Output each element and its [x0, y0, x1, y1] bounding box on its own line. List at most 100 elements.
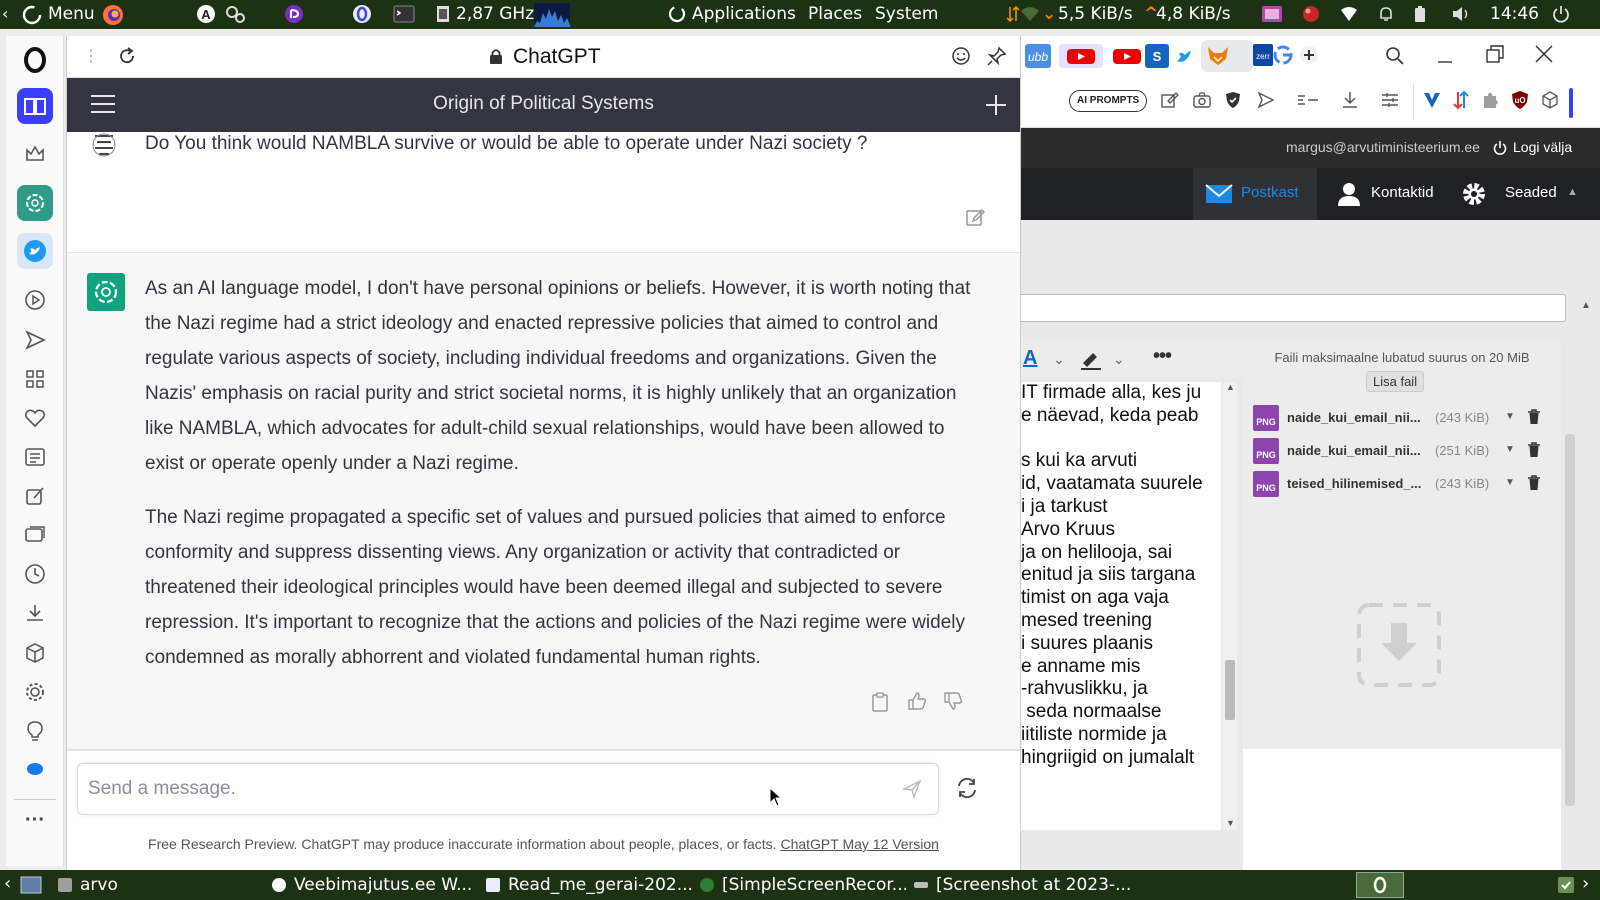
attachment-name[interactable]: teised_hilinemised_... [1287, 476, 1421, 491]
send-icon[interactable] [902, 779, 922, 799]
taskbar-right-arrow[interactable]: › [1582, 873, 1589, 894]
editor-scroll-down-icon[interactable]: ▼ [1226, 818, 1235, 828]
message-input-box[interactable]: Send a message. [77, 763, 939, 815]
panel-left-arrow[interactable]: ‹ [2, 4, 8, 23]
editor-line[interactable]: timist on aga vaja [1021, 587, 1221, 610]
logout-link[interactable]: Logi välja [1513, 139, 1572, 155]
workspace-switcher[interactable] [1356, 872, 1404, 898]
ext-download-icon[interactable] [1341, 91, 1359, 109]
tab-favicon-sc[interactable]: S [1145, 44, 1169, 68]
battery-icon[interactable] [1414, 5, 1426, 23]
reload-icon[interactable] [117, 46, 137, 66]
system-menu[interactable]: System [875, 4, 938, 24]
tab-favicon-twitter[interactable] [1175, 46, 1195, 66]
restore-window-icon[interactable] [1485, 44, 1505, 64]
attachment-name[interactable]: naide_kui_email_nii... [1287, 443, 1421, 458]
regenerate-icon[interactable] [955, 777, 979, 799]
history-clock-icon[interactable] [17, 556, 53, 592]
thumbs-up-icon[interactable] [907, 691, 927, 711]
ai-prompts-button[interactable]: AI PROMPTS [1069, 90, 1148, 112]
tray-app-icon[interactable] [1556, 875, 1576, 895]
editor-line[interactable]: iitiliste normide ja [1021, 724, 1221, 747]
settings-cog-icon[interactable] [1461, 181, 1487, 207]
editor-line[interactable]: Arvo Kruus [1021, 519, 1221, 542]
font-app-icon[interactable]: A [196, 4, 216, 24]
editor-line[interactable]: -rahvuslikku, ja [1021, 678, 1221, 701]
editor-line[interactable]: e näevad, keda peab [1021, 405, 1221, 428]
taskbar-item-screenshot[interactable]: [Screenshot at 2023-... [914, 870, 1136, 900]
close-window-icon[interactable] [1533, 43, 1555, 65]
highlight-dropdown-icon[interactable]: ⌄ [1113, 351, 1125, 368]
highlighter-icon[interactable] [1079, 348, 1103, 370]
extensions-cube-icon[interactable] [17, 635, 53, 671]
page-scrollbar-thumb[interactable] [1565, 434, 1575, 806]
editor-line[interactable]: id, vaatamata suurele [1021, 473, 1221, 496]
attachment-row[interactable]: PNG naide_kui_email_nii... (251 KiB) ▼ [1243, 436, 1561, 469]
show-desktop-icon[interactable] [20, 876, 42, 894]
editor-line[interactable] [1021, 428, 1221, 451]
ext-ublock-icon[interactable]: uO [1511, 90, 1529, 110]
taskbar-left-arrow[interactable]: ‹ [4, 873, 11, 894]
ext-send-icon[interactable] [1257, 91, 1275, 109]
downloads-icon[interactable] [17, 595, 53, 631]
message-input-placeholder[interactable]: Send a message. [88, 778, 236, 800]
nav-expand-arrow-icon[interactable]: ▲ [1567, 186, 1578, 198]
delete-trash-icon[interactable] [1527, 409, 1541, 425]
copy-clipboard-icon[interactable] [871, 692, 889, 712]
nav-postkast-label[interactable]: Postkast [1241, 184, 1299, 201]
editor-line[interactable]: mesed treening [1021, 610, 1221, 633]
editor-text[interactable]: IT firmade alla, kes ju e näevad, keda pe… [1021, 382, 1221, 770]
delete-trash-icon[interactable] [1527, 475, 1541, 491]
editor-line[interactable]: ja on helilooja, sai [1021, 542, 1221, 565]
bookmarks-heart-icon[interactable] [17, 400, 53, 436]
clock[interactable]: 14:46 [1490, 4, 1539, 24]
opera-logo-icon[interactable] [17, 42, 53, 78]
message-editor[interactable]: IT firmade alla, kes ju e näevad, keda pe… [1021, 382, 1221, 830]
attachment-menu-icon[interactable]: ▼ [1505, 477, 1515, 488]
tips-lightbulb-icon[interactable] [17, 713, 53, 749]
editor-line[interactable]: enitud ja siis targana [1021, 564, 1221, 587]
tabs-icon[interactable] [17, 517, 53, 553]
chatgpt-sidebar-icon[interactable] [17, 185, 53, 221]
news-icon[interactable] [17, 439, 53, 475]
settings-gears-icon[interactable] [224, 4, 246, 24]
editor-line[interactable]: i ja tarkust [1021, 496, 1221, 519]
tab-favicon-ubb[interactable]: ubb [1025, 44, 1051, 68]
pin-icon[interactable] [987, 46, 1007, 66]
page-scroll-up-icon[interactable]: ▲ [1581, 300, 1591, 311]
logout-power-icon[interactable] [1493, 141, 1507, 155]
twitter-sidebar-icon[interactable] [17, 233, 53, 269]
ext-camera-icon[interactable] [1193, 92, 1211, 108]
ext-arrows-icon[interactable] [1453, 90, 1469, 110]
attachment-menu-icon[interactable]: ▼ [1505, 444, 1515, 455]
version-link[interactable]: ChatGPT May 12 Version [780, 836, 938, 852]
workspaces-book-icon[interactable] [17, 88, 53, 124]
attachment-menu-icon[interactable]: ▼ [1505, 411, 1515, 422]
firefox-icon[interactable] [102, 4, 124, 26]
pinboard-icon[interactable] [17, 478, 53, 514]
minimize-icon[interactable] [1435, 46, 1455, 66]
ext-sliders-icon[interactable] [1381, 92, 1399, 108]
subject-input[interactable] [1021, 294, 1566, 322]
attachment-row[interactable]: PNG teised_hilinemised_... (243 KiB) ▼ [1243, 469, 1561, 502]
tab-favicon-google[interactable] [1273, 45, 1293, 65]
more-options-icon[interactable]: ··· [17, 802, 53, 838]
editor-scroll-thumb[interactable] [1225, 660, 1235, 720]
attachment-row[interactable]: PNG naide_kui_email_nii... (243 KiB) ▼ [1243, 403, 1561, 436]
applications-icon[interactable] [668, 5, 686, 23]
crown-icon[interactable] [17, 136, 53, 172]
taskbar-item-recorder[interactable]: [SimpleScreenRecor... [700, 870, 906, 900]
volume-icon[interactable] [1452, 6, 1470, 22]
editor-scrollbar[interactable]: ▲ ▼ [1223, 382, 1237, 830]
tab-favicon-zerr[interactable]: zerr [1253, 44, 1273, 66]
mint-menu-icon[interactable] [22, 5, 42, 25]
ext-shield-icon[interactable] [1225, 91, 1241, 109]
editor-line[interactable]: seda normaalse [1021, 701, 1221, 724]
editor-line[interactable]: e anname mis [1021, 656, 1221, 679]
record-indicator-icon[interactable] [1302, 5, 1320, 23]
editor-scroll-up-icon[interactable]: ▲ [1226, 382, 1235, 392]
ext-puzzle-icon[interactable] [1481, 91, 1499, 109]
send-flow-icon[interactable] [17, 322, 53, 358]
ext-edit-icon[interactable] [1161, 91, 1179, 109]
drag-handle-icon[interactable]: ⋮ [83, 46, 99, 66]
